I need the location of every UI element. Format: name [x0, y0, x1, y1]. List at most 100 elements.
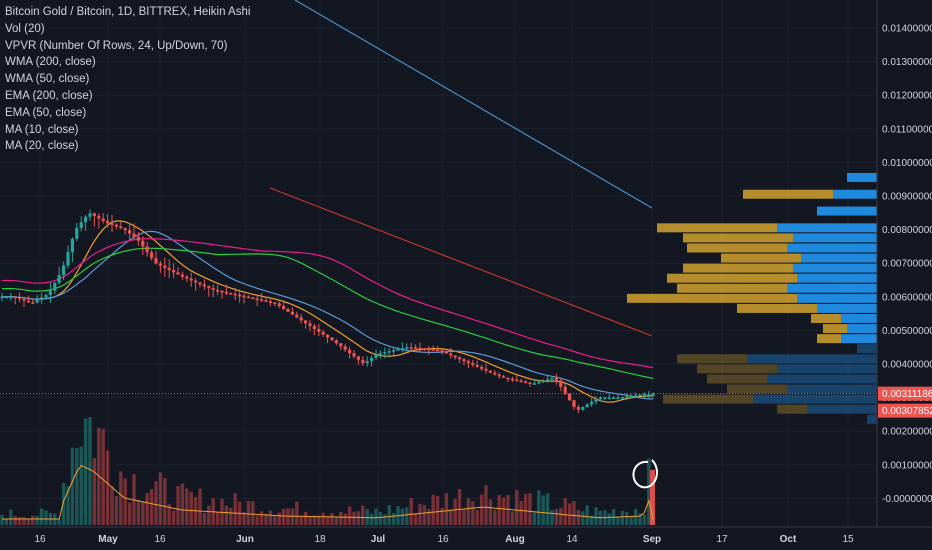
volume-bar [31, 515, 35, 525]
candle-body [576, 406, 580, 410]
legend-indicator-ema50[interactable]: EMA (50, close) [5, 105, 250, 122]
volume-bar [374, 508, 378, 525]
volume-bars [0, 417, 655, 525]
volume-bar [127, 502, 132, 525]
price-tick-label: 0.01000000 [882, 158, 932, 169]
vpvr-up-bar [847, 324, 877, 334]
vpvr-down-bar [737, 303, 817, 313]
volume-bar [4, 518, 9, 525]
volume-bar [202, 512, 207, 525]
volume-bar [198, 488, 202, 525]
vpvr-up-bar [847, 172, 877, 182]
volume-bar [510, 511, 515, 525]
candle-body [282, 306, 286, 309]
time-tick-label: 16 [34, 534, 46, 545]
candle-body [493, 372, 497, 375]
volume-bar [189, 491, 193, 525]
candle-body [634, 395, 638, 397]
candle-body [268, 301, 272, 303]
volume-bar [215, 512, 220, 525]
candle-body [35, 299, 39, 303]
candle-body [488, 370, 492, 373]
vpvr-up-bar [801, 253, 877, 263]
legend-indicator-vpvr[interactable]: VPVR (Number Of Rows, 24, Up/Down, 70) [5, 38, 250, 55]
candle-body [277, 303, 281, 307]
candle-body [4, 296, 8, 299]
vpvr-down-bar [777, 404, 807, 414]
legend-indicator-ma20[interactable]: MA (20, close) [5, 138, 250, 155]
candle-body [145, 246, 149, 253]
candle-body [537, 382, 541, 384]
candle-body [484, 368, 488, 371]
candle-body [594, 399, 598, 402]
volume-bar [488, 499, 493, 525]
vpvr-down-bar [817, 334, 841, 344]
volume-bar [519, 500, 523, 525]
legend-title[interactable]: Bitcoin Gold / Bitcoin, 1D, BITTREX, Hei… [5, 4, 250, 21]
price-axis[interactable]: 0.01400000 0.01300000 0.01200000 0.01100000… [882, 24, 932, 505]
candle-body [101, 218, 105, 221]
candle-body [356, 356, 360, 360]
vpvr-up-bar [841, 313, 877, 323]
legend-indicator-ema200[interactable]: EMA (200, close) [5, 88, 250, 105]
time-tick-label: Jul [371, 534, 386, 545]
volume-bar [75, 448, 79, 525]
candle-body [532, 383, 536, 385]
vpvr-up-bar [841, 334, 877, 344]
time-axis[interactable]: 16 May 16 Jun 18 Jul 16 Aug 14 Sep 17 Oct 15 [34, 534, 854, 545]
candle-body [224, 291, 228, 294]
candle-body [378, 353, 382, 355]
vpvr-up-bar [787, 384, 877, 394]
candle-body [180, 274, 184, 277]
candle-body [387, 351, 391, 353]
candle-body [339, 343, 343, 347]
candle-body [26, 300, 30, 303]
candle-body [251, 297, 255, 300]
candle-body [255, 298, 259, 301]
candle-body [304, 320, 308, 324]
candle-body [449, 353, 453, 356]
volume-bar [141, 501, 145, 525]
vpvr-down-bar [811, 313, 841, 323]
chart-legend: Bitcoin Gold / Bitcoin, 1D, BITTREX, Hei… [5, 4, 250, 155]
candle-body [136, 236, 140, 241]
candle-body [185, 276, 189, 279]
candle-body [163, 265, 167, 268]
candle-body [22, 299, 26, 301]
candle-body [348, 349, 352, 354]
volume-bar [369, 513, 374, 525]
volume-bar [176, 485, 180, 525]
candle-body [286, 308, 290, 312]
vpvr-down-bar [727, 384, 787, 394]
ma10-line [2, 220, 654, 403]
volume-bar [334, 516, 339, 525]
vpvr-down-bar [687, 243, 787, 253]
volume-bar [277, 512, 281, 525]
candle-body [220, 290, 224, 293]
vpvr-down-bar [823, 324, 847, 334]
candle-body [585, 404, 589, 408]
candle-body [524, 381, 528, 384]
volume-bar [180, 483, 185, 525]
candle-body [229, 292, 233, 295]
volume-bar [453, 498, 457, 525]
legend-indicator-wma50[interactable]: WMA (50, close) [5, 71, 250, 88]
candle-body [84, 216, 88, 223]
candle-body [572, 400, 576, 407]
legend-indicator-wma200[interactable]: WMA (200, close) [5, 54, 250, 71]
candle-body [590, 401, 594, 405]
candle-body [515, 379, 519, 382]
vpvr-down-bar [707, 374, 767, 384]
price-tick-label: -0.00000000 [882, 494, 932, 505]
legend-indicator-vol[interactable]: Vol (20) [5, 21, 250, 38]
candle-body [150, 252, 154, 259]
volume-bar [17, 517, 22, 525]
volume-bar [391, 513, 396, 525]
volume-bar [554, 509, 559, 525]
candle-body [392, 350, 396, 352]
candle-body [62, 265, 66, 276]
time-tick-label: Sep [643, 534, 661, 545]
candle-body [625, 396, 629, 399]
legend-indicator-ma10[interactable]: MA (10, close) [5, 122, 250, 139]
candle-body [383, 352, 387, 354]
